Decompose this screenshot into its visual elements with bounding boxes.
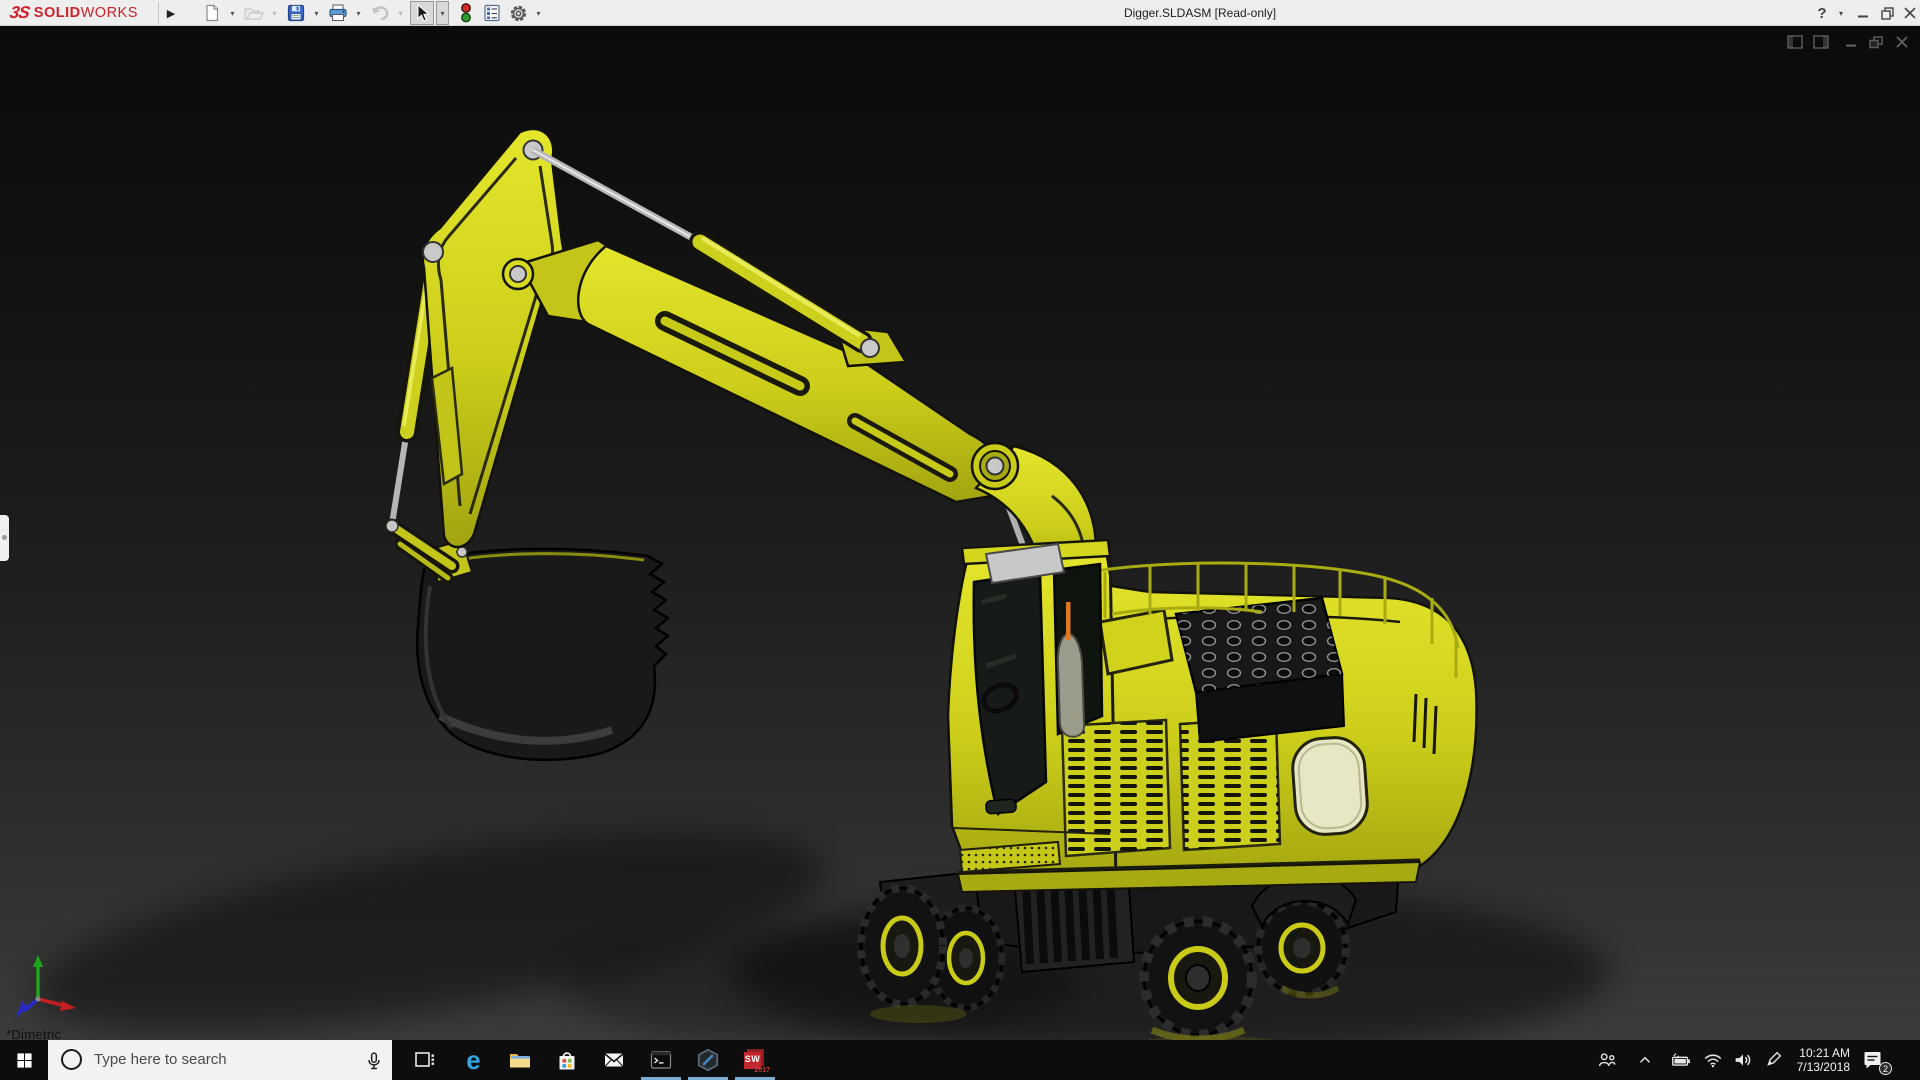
task-view-button[interactable] <box>409 1044 441 1076</box>
save-button[interactable] <box>284 1 308 25</box>
command-prompt-button[interactable] <box>645 1044 677 1076</box>
windows-taskbar: Type here to search e <box>0 1040 1920 1080</box>
select-cursor-icon <box>414 4 430 22</box>
chevron-up-icon <box>1636 1051 1654 1069</box>
new-document-dropdown[interactable]: ▾ <box>226 1 239 25</box>
stick-arm <box>578 246 1002 502</box>
tray-clock[interactable]: 10:21 AM 7/13/2018 <box>1786 1046 1850 1074</box>
wifi-icon <box>1701 1049 1725 1071</box>
help-button[interactable]: ? <box>1812 0 1832 26</box>
view-orientation-label: *Dimetric <box>6 1027 61 1040</box>
windows-logo-icon <box>16 1052 33 1069</box>
minimize-button[interactable] <box>1852 0 1874 26</box>
hexagon-app-button[interactable] <box>692 1044 724 1076</box>
battery-button[interactable] <box>1668 1048 1694 1072</box>
mail-icon <box>601 1048 627 1072</box>
options-dropdown[interactable]: ▾ <box>532 1 545 25</box>
select-button[interactable] <box>410 1 434 25</box>
print-button[interactable] <box>326 1 350 25</box>
microsoft-store-icon <box>555 1048 579 1073</box>
undo-dropdown[interactable]: ▾ <box>394 1 407 25</box>
open-dropdown[interactable]: ▾ <box>268 1 281 25</box>
open-button[interactable] <box>242 1 266 25</box>
front-wheel-inner <box>1258 901 1346 995</box>
hexagon-app-icon <box>695 1047 721 1073</box>
restore-icon <box>1881 7 1894 20</box>
tray-date: 7/13/2018 <box>1786 1060 1850 1074</box>
open-folder-icon <box>244 5 264 21</box>
excavator-model <box>0 26 1920 1040</box>
save-floppy-icon <box>287 4 305 22</box>
solidworks-2017-icon: SW 2017 <box>743 1048 767 1072</box>
select-dropdown[interactable]: ▾ <box>436 1 449 25</box>
notification-badge: 2 <box>1879 1062 1892 1075</box>
file-explorer-button[interactable] <box>504 1044 536 1076</box>
wiper-marker <box>1066 602 1071 640</box>
operator-seat <box>1058 634 1084 737</box>
close-button[interactable] <box>1900 0 1920 26</box>
rear-wheel-inner <box>861 888 943 1004</box>
battery-icon <box>1669 1049 1693 1071</box>
new-document-button[interactable] <box>200 1 224 25</box>
undo-button[interactable] <box>368 1 392 25</box>
action-center-button[interactable]: 2 <box>1858 1048 1888 1072</box>
task-view-icon <box>413 1048 437 1072</box>
brand-solid: SOLID <box>34 5 81 21</box>
people-icon <box>1596 1049 1618 1071</box>
close-icon <box>1904 7 1916 19</box>
front-wheel-outer <box>1144 921 1252 1035</box>
hidden-icons-button[interactable] <box>1632 1048 1658 1072</box>
file-properties-button[interactable] <box>480 1 504 25</box>
command-prompt-icon <box>648 1048 674 1072</box>
y-axis-arrow <box>33 955 43 967</box>
taskbar-search[interactable]: Type here to search <box>48 1040 392 1080</box>
brand-works: WORKS <box>81 5 138 21</box>
undo-icon <box>370 5 390 21</box>
engine-block <box>1176 598 1344 742</box>
file-properties-icon <box>483 4 501 22</box>
graphics-viewport[interactable]: *Dimetric <box>0 26 1920 1040</box>
wifi-button[interactable] <box>1700 1048 1726 1072</box>
microsoft-store-button[interactable] <box>551 1044 583 1076</box>
edge-button[interactable]: e <box>457 1044 489 1076</box>
options-button[interactable] <box>506 1 530 25</box>
rebuild-traffic-light-icon <box>460 3 472 23</box>
cortana-icon <box>61 1049 82 1070</box>
dassault-3ds-icon: 3S <box>8 3 30 23</box>
document-title: Digger.SLDASM [Read-only] <box>1040 0 1360 26</box>
volume-button[interactable] <box>1730 1048 1756 1072</box>
solidworks-button[interactable]: SW 2017 <box>739 1044 771 1076</box>
file-explorer-icon <box>507 1048 533 1072</box>
people-button[interactable] <box>1594 1048 1620 1072</box>
new-document-icon <box>203 4 221 22</box>
tray-time: 10:21 AM <box>1786 1046 1850 1060</box>
menu-flyout-arrow-icon[interactable]: ▶ <box>163 3 179 23</box>
save-dropdown[interactable]: ▾ <box>310 1 323 25</box>
side-window-oval <box>1291 736 1370 837</box>
restore-button[interactable] <box>1876 0 1898 26</box>
svg-text:e: e <box>466 1047 480 1074</box>
volume-icon <box>1731 1049 1755 1071</box>
pen-icon <box>1762 1049 1784 1071</box>
solidworks-logo: 3S SOLID WORKS <box>10 3 138 23</box>
help-dropdown[interactable]: ▾ <box>1834 0 1848 26</box>
mail-button[interactable] <box>598 1044 630 1076</box>
minimize-icon <box>1857 7 1869 19</box>
pen-button[interactable] <box>1760 1048 1786 1072</box>
rebuild-button[interactable] <box>454 1 478 25</box>
edge-icon: e <box>460 1047 487 1074</box>
titlebar: 3S SOLID WORKS ▶ ▾ ▾ ▾ <box>0 0 1920 26</box>
microphone-icon[interactable] <box>364 1050 384 1072</box>
start-button[interactable] <box>0 1040 48 1080</box>
door-handle <box>986 799 1017 814</box>
options-gear-icon <box>509 4 528 23</box>
print-icon <box>328 4 348 22</box>
toolbar-separator <box>158 2 159 24</box>
search-placeholder: Type here to search <box>94 1040 227 1080</box>
print-dropdown[interactable]: ▾ <box>352 1 365 25</box>
